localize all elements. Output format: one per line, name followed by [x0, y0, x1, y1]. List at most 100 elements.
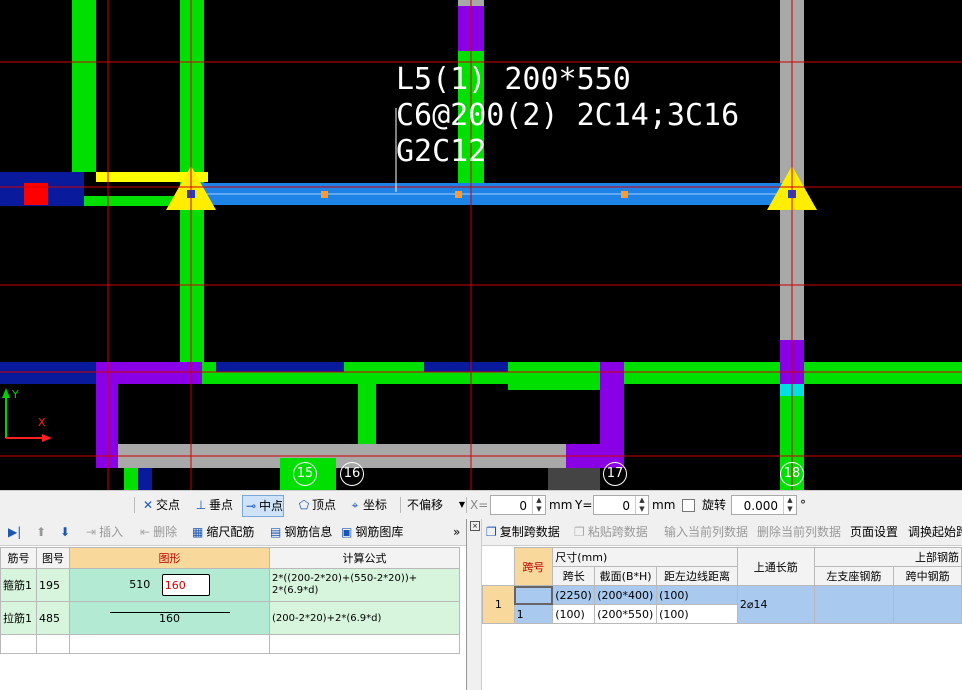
cad-drawing-canvas[interactable]: L5(1) 200*550 C6@200(2) 2C14;3C16 G2C12 …: [0, 0, 962, 490]
col-header-section[interactable]: 截面(B*H): [594, 566, 658, 586]
close-icon[interactable]: ×: [470, 521, 480, 531]
x-spinner[interactable]: ▲ ▼: [532, 496, 545, 514]
library-icon: ▣: [341, 525, 353, 539]
col-header-edge[interactable]: 距左边线距离: [656, 566, 738, 586]
table-row[interactable]: 箍筋1 195 510 160 2*((200-2*20)+(550-2*20)…: [0, 568, 460, 602]
col-header-upper[interactable]: 上部钢筋: [813, 547, 962, 567]
col-header-left-seat[interactable]: 左支座钢筋: [813, 566, 895, 586]
top-bar-cell[interactable]: 2⌀14: [736, 585, 815, 624]
blue-beam: [216, 362, 344, 372]
red-column: [24, 183, 48, 205]
span-edge-distance[interactable]: (100): [656, 604, 738, 624]
beam-grip: [321, 191, 328, 198]
perpendicular-icon: ⊥: [195, 498, 207, 512]
beam-grip: [621, 191, 628, 198]
shape-dim-a: 510: [129, 578, 151, 591]
page-setup-button[interactable]: 页面设置: [850, 523, 898, 541]
span-section[interactable]: (200*550): [594, 604, 658, 624]
rebar-library-button[interactable]: ▣ 钢筋图库: [341, 523, 403, 541]
rebar-formula[interactable]: (200-2*20)+2*(6.9*d): [269, 601, 460, 635]
y-unit: mm: [652, 498, 676, 512]
y-input[interactable]: 0 ▲ ▼: [593, 495, 649, 515]
blue-beam: [0, 362, 96, 384]
blue-wall: [138, 468, 152, 490]
delete-column-button[interactable]: 删除当前列数据: [757, 523, 841, 541]
col-header-top-bar[interactable]: 上通长筋: [736, 547, 815, 586]
green-wall: [72, 0, 96, 172]
col-header-mid[interactable]: 跨中钢筋: [893, 566, 962, 586]
info-icon: ▤: [270, 525, 282, 539]
beam-grip: [455, 191, 462, 198]
rotate-spinner[interactable]: ▲ ▼: [783, 496, 796, 514]
span-length[interactable]: (100): [552, 604, 596, 624]
rebar-panel: ▶| ⬆ ⬇ ⇥ 插入 ⇤ 删除 ▦ 缩尺配筋 ▤ 钢筋信息 ▣ 钢筋图库 » 筋号 图号…: [0, 519, 467, 690]
grid-label: 18: [780, 462, 804, 486]
rotate-checkbox[interactable]: [682, 495, 695, 515]
span-number-cell[interactable]: [513, 585, 554, 605]
snap-perpendicular-button[interactable]: ⊥ 垂点: [193, 495, 233, 515]
delete-icon: ⇤: [140, 525, 151, 539]
col-header-shape[interactable]: 图形: [69, 547, 270, 569]
span-table: 跨号 尺寸(mm) 上通长筋 上部钢筋 跨长 截面(B*H) 距左边线距离 左支…: [482, 547, 962, 624]
x-label: X=: [470, 498, 489, 512]
axis-x-label: X: [38, 416, 46, 429]
span-toolbar: ❐复制跨数据 ❐粘贴跨数据 输入当前列数据 删除当前列数据 页面设置 调换起始跨: [482, 519, 962, 546]
col-header-length[interactable]: 跨长: [552, 566, 596, 586]
paste-icon: ❐: [574, 525, 585, 539]
snap-vertex-button[interactable]: ⬠ 顶点: [296, 495, 336, 515]
snap-intersection-button[interactable]: ✕ 交点: [140, 495, 180, 515]
shape-dim-b: 160: [164, 579, 186, 592]
col-header-formula[interactable]: 计算公式: [269, 547, 460, 569]
table-row[interactable]: 拉筋1 485 160 (200-2*20)+2*(6.9*d): [0, 601, 460, 635]
grid-label: 16: [340, 462, 364, 486]
copy-span-button[interactable]: ❐ 复制跨数据: [486, 523, 560, 541]
col-header-size[interactable]: 尺寸(mm): [552, 547, 738, 567]
col-header-name[interactable]: 筋号: [0, 547, 37, 569]
purple-column: [96, 384, 118, 468]
span-length[interactable]: (2250): [552, 585, 596, 605]
rebar-table: 筋号 图号 图形 计算公式 箍筋1 195 510 160 2*((200-2*…: [0, 547, 460, 654]
span-section[interactable]: (200*400): [594, 585, 658, 605]
rebar-formula[interactable]: 2*((200-2*20)+(550-2*20))+ 2*(6.9*d): [269, 568, 460, 602]
mid-span-cell[interactable]: [893, 585, 962, 624]
copy-icon: ❐: [486, 525, 497, 539]
rebar-fig[interactable]: 485: [36, 601, 70, 635]
rebar-fig[interactable]: 195: [36, 568, 70, 602]
delete-button[interactable]: ⇤ 删除: [140, 523, 177, 541]
rebar-shape[interactable]: 510 160: [69, 568, 270, 602]
panel-splitter[interactable]: ×: [467, 519, 482, 690]
beam-label-line1: L5(1) 200*550: [396, 62, 631, 97]
table-row[interactable]: [0, 634, 460, 654]
rebar-shape[interactable]: 160: [69, 601, 270, 635]
insert-button[interactable]: ⇥ 插入: [86, 523, 123, 541]
rotate-label: 旋转: [702, 498, 727, 512]
span-panel: ❐ 复制跨数据 ❐ 粘贴跨数据 输入当前列数据 删除当前列数据 页面设置 调换起始跨…: [482, 519, 962, 690]
move-up-icon[interactable]: ⬆: [36, 523, 46, 541]
snap-midpoint-button[interactable]: ⊸ 中点: [242, 495, 285, 517]
offset-mode-dropdown[interactable]: 不偏移 ▼: [407, 495, 465, 515]
span-number[interactable]: 1: [513, 604, 554, 624]
rebar-name[interactable]: 箍筋1: [0, 568, 37, 602]
adjust-start-span-button[interactable]: 调换起始跨: [908, 523, 962, 541]
last-record-icon[interactable]: ▶|: [8, 523, 21, 541]
paste-span-button[interactable]: ❐ 粘贴跨数据: [574, 523, 648, 541]
span-edge-distance[interactable]: (100): [656, 585, 738, 605]
col-header-fig[interactable]: 图号: [36, 547, 70, 569]
degree-unit: °: [800, 498, 806, 512]
beam-label-line2: C6@200(2) 2C14;3C16: [396, 98, 740, 133]
coordinate-icon: ⌖: [351, 498, 359, 512]
y-spinner[interactable]: ▲ ▼: [635, 496, 648, 514]
x-input[interactable]: 0 ▲ ▼: [490, 495, 546, 515]
left-seat-cell[interactable]: [813, 585, 895, 624]
input-column-button[interactable]: 输入当前列数据: [664, 523, 748, 541]
rebar-info-button[interactable]: ▤ 钢筋信息: [270, 523, 332, 541]
move-down-icon[interactable]: ⬇: [60, 523, 70, 541]
row-number[interactable]: 1: [482, 585, 515, 624]
col-header-span[interactable]: 跨号: [513, 547, 554, 586]
table-row[interactable]: 1 (2250) (200*400) (100) 2⌀14: [482, 585, 962, 624]
scale-rebar-button[interactable]: ▦ 缩尺配筋: [192, 523, 254, 541]
snap-coordinate-button[interactable]: ⌖ 坐标: [347, 495, 387, 515]
rebar-name[interactable]: 拉筋1: [0, 601, 37, 635]
rotate-input[interactable]: 0.000 ▲ ▼: [731, 495, 797, 515]
more-button[interactable]: »: [453, 523, 460, 541]
